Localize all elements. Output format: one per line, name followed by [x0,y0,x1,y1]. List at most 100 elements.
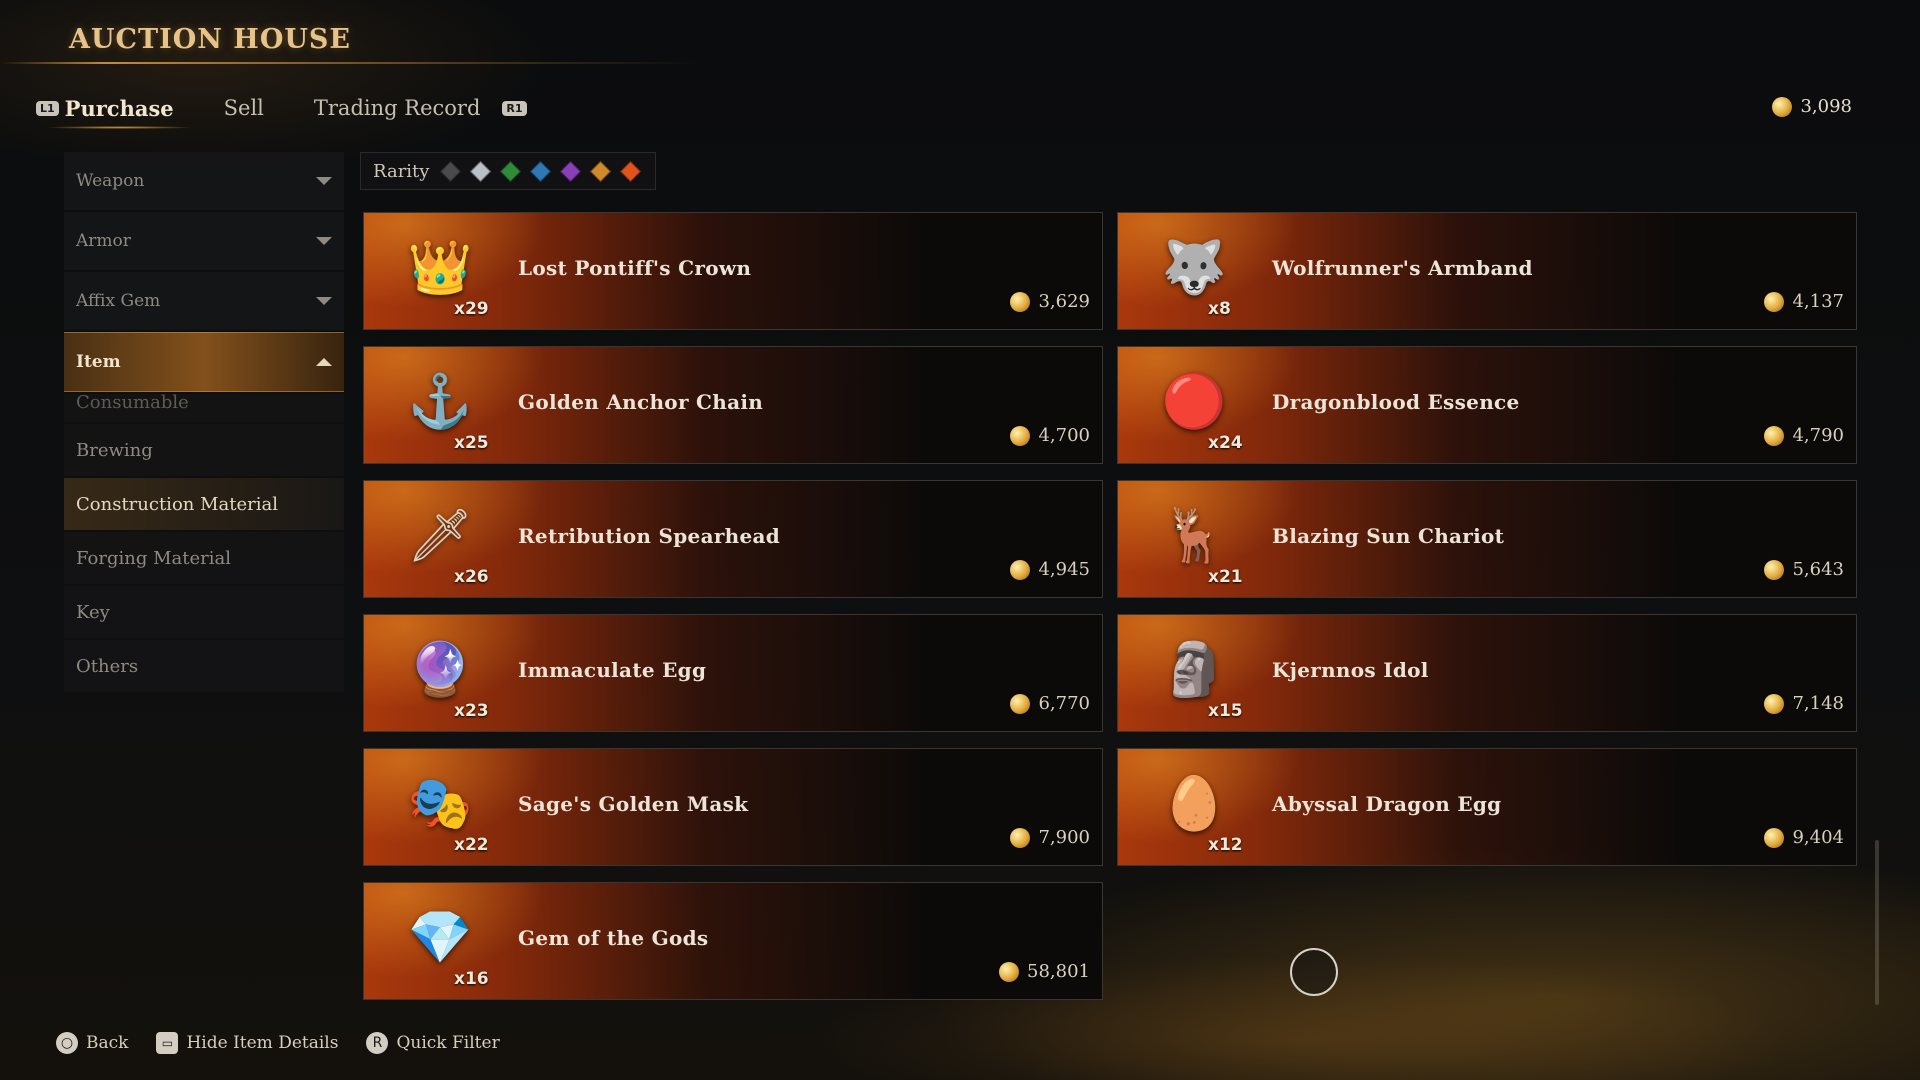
back-hint[interactable]: ○ Back [56,1032,128,1054]
touchpad-icon: ▭ [156,1032,179,1054]
tab-sell[interactable]: Sell [224,96,264,120]
listing-card[interactable]: 🗡 x26 Retribution Spearhead 4,945 [363,480,1103,598]
price-value: 4,945 [1038,559,1090,580]
gold-coin-icon [1772,96,1793,117]
listing-card[interactable]: 💎 x16 Gem of the Gods 58,801 [363,882,1103,1000]
subcategory-consumable[interactable]: Consumable [64,394,344,422]
hide-item-details-label: Hide Item Details [186,1033,339,1053]
price-value: 3,629 [1038,291,1090,312]
gold-coin-icon [1764,827,1785,848]
rarity-gem-icon[interactable] [590,160,612,182]
price-value: 58,801 [1027,961,1090,982]
l1-button-icon: L1 [36,100,59,116]
subcategory-brewing[interactable]: Brewing [64,424,344,476]
listing-card[interactable]: 🐺 x8 Wolfrunner's Armband 4,137 [1117,212,1857,330]
item-name: Abyssal Dragon Egg [1272,792,1502,816]
anchor-icon: ⚓ [407,371,473,432]
tab-bar: L1 Purchase Sell Trading Record R1 [36,92,533,129]
item-price: 58,801 [999,961,1090,982]
item-price: 3,629 [1010,291,1090,312]
chevron-up-icon [316,358,332,366]
item-quantity: x16 [454,969,489,989]
price-value: 7,900 [1038,827,1090,848]
rarity-gem-icon[interactable] [530,160,552,182]
subcategory-label: Forging Material [76,547,231,569]
scrollbar[interactable] [1875,840,1879,1005]
subcategory-label: Key [76,601,110,623]
chevron-down-icon [316,237,332,245]
category-label: Affix Gem [76,291,161,311]
listing-card[interactable]: 🔴 x24 Dragonblood Essence 4,790 [1117,346,1857,464]
category-weapon[interactable]: Weapon [64,152,344,210]
idol-icon: 🗿 [1161,639,1227,700]
category-item[interactable]: Item [64,332,344,392]
item-quantity: x15 [1208,701,1243,721]
item-name: Golden Anchor Chain [518,390,764,414]
rarity-gem-icon[interactable] [500,160,522,182]
gold-coin-icon [1010,559,1031,580]
item-name: Kjernnos Idol [1272,658,1429,682]
tab-trading-record[interactable]: Trading Record [314,96,481,120]
listing-card[interactable]: 🗿 x15 Kjernnos Idol 7,148 [1117,614,1857,732]
rarity-gem-icon[interactable] [620,160,642,182]
item-price: 7,148 [1764,693,1844,714]
rarity-filter[interactable]: Rarity [360,152,656,190]
listing-card[interactable]: 🎭 x22 Sage's Golden Mask 7,900 [363,748,1103,866]
rarity-gem-icon[interactable] [560,160,582,182]
r1-button-icon: R1 [502,100,527,116]
essence-icon: 🔴 [1161,371,1227,432]
chariot-icon: 🦌 [1161,505,1227,566]
crown-icon: 👑 [407,237,473,298]
category-label: Armor [76,231,131,251]
category-label: Weapon [76,171,145,191]
item-price: 4,137 [1764,291,1844,312]
subcategory-others[interactable]: Others [64,640,344,692]
item-price: 7,900 [1010,827,1090,848]
item-name: Dragonblood Essence [1272,390,1520,414]
currency-amount: 3,098 [1800,96,1852,117]
dragon-egg-icon: 🥚 [1161,773,1227,834]
category-armor[interactable]: Armor [64,212,344,270]
item-quantity: x26 [454,567,489,587]
back-label: Back [86,1033,129,1053]
item-name: Sage's Golden Mask [518,792,749,816]
gold-coin-icon [1764,425,1785,446]
listing-card[interactable]: 🦌 x21 Blazing Sun Chariot 5,643 [1117,480,1857,598]
armband-icon: 🐺 [1161,237,1227,298]
subcategory-construction-material[interactable]: Construction Material [64,478,344,530]
price-value: 6,770 [1038,693,1090,714]
item-quantity: x25 [454,433,489,453]
circle-button-icon: ○ [56,1032,78,1054]
gem-icon: 💎 [407,907,473,968]
category-label: Item [76,352,121,372]
subcategory-label: Others [76,655,139,677]
item-quantity: x12 [1208,835,1243,855]
listing-card[interactable]: 🔮 x23 Immaculate Egg 6,770 [363,614,1103,732]
mask-icon: 🎭 [407,773,473,834]
r-stick-icon: R [366,1032,389,1054]
rarity-label: Rarity [373,160,430,182]
quick-filter-hint[interactable]: R Quick Filter [366,1032,500,1054]
listing-card[interactable]: 👑 x29 Lost Pontiff's Crown 3,629 [363,212,1103,330]
item-name: Immaculate Egg [518,658,707,682]
tab-purchase[interactable]: Purchase [44,96,194,129]
item-price: 6,770 [1010,693,1090,714]
cursor-reticle [1290,948,1338,996]
item-price: 5,643 [1764,559,1844,580]
listing-card[interactable]: 🥚 x12 Abyssal Dragon Egg 9,404 [1117,748,1857,866]
gold-coin-icon [1010,425,1031,446]
listing-card[interactable]: ⚓ x25 Golden Anchor Chain 4,700 [363,346,1103,464]
category-affix-gem[interactable]: Affix Gem [64,272,344,330]
subcategory-key[interactable]: Key [64,586,344,638]
subcategory-forging-material[interactable]: Forging Material [64,532,344,584]
gold-coin-icon [1010,693,1031,714]
category-sidebar: Weapon Armor Affix Gem Item Consumable B… [64,152,344,694]
item-name: Wolfrunner's Armband [1272,256,1533,280]
price-value: 4,137 [1792,291,1844,312]
red-egg-icon: 🔮 [407,639,473,700]
rarity-gem-icon[interactable] [440,160,462,182]
hide-item-details-hint[interactable]: ▭ Hide Item Details [156,1032,338,1054]
item-price: 4,700 [1010,425,1090,446]
price-value: 9,404 [1792,827,1844,848]
rarity-gem-icon[interactable] [470,160,492,182]
